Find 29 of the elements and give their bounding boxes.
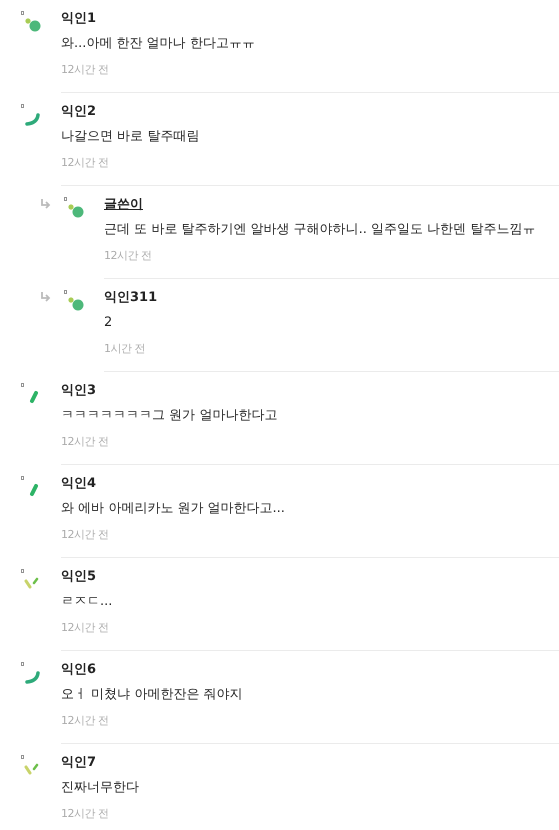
comment-time: 1시간 전 [104,341,146,357]
author-name: 익인311 [104,289,158,307]
comment-time: 12시간 전 [61,527,110,543]
author-name: 익인1 [61,10,96,28]
comment-time: 12시간 전 [61,155,110,171]
author-name: 익인5 [61,568,96,586]
comment-time: 12시간 전 [104,248,152,264]
author-name: 익인4 [61,475,96,493]
author-name[interactable]: 글쓴이 [104,196,143,214]
author-name: 익인7 [61,754,96,772]
author-name: 익인3 [61,382,96,400]
comment-text: 나갈으면 바로 탈주때림 [61,128,200,146]
comment-text: 오ㅓ 미쳤냐 아메한잔은 줘야지 [61,686,244,704]
author-name: 익인6 [61,661,96,679]
comment-time: 12시간 전 [61,713,110,729]
reply-arrow-icon [40,292,52,302]
comment-time: 12시간 전 [61,62,110,78]
comment-text: 와 에바 아메리카노 원가 얼마한다고... [61,500,286,518]
comment-text: ㅋㅋㅋㅋㅋㅋㅋ그 원가 얼마나한다고 [61,407,278,425]
comment-text: 진짜너무한다 [61,779,140,797]
comment-text: 와...아메 한잔 얼마나 한다고ㅠㅠ [61,35,256,53]
comment-text: 2 [104,314,114,332]
comment-time: 12시간 전 [61,806,110,822]
comment-time: 12시간 전 [61,434,110,450]
comment-text: ㄹㅈㄷ... [61,593,114,611]
comment-text: 근데 또 바로 탈주하기엔 알바생 구해야하니.. 일주일도 나한덴 탈주느낌ㅠ [104,221,536,239]
reply-arrow-icon [40,199,52,209]
comment-time: 12시간 전 [61,620,110,636]
author-name: 익인2 [61,103,96,121]
